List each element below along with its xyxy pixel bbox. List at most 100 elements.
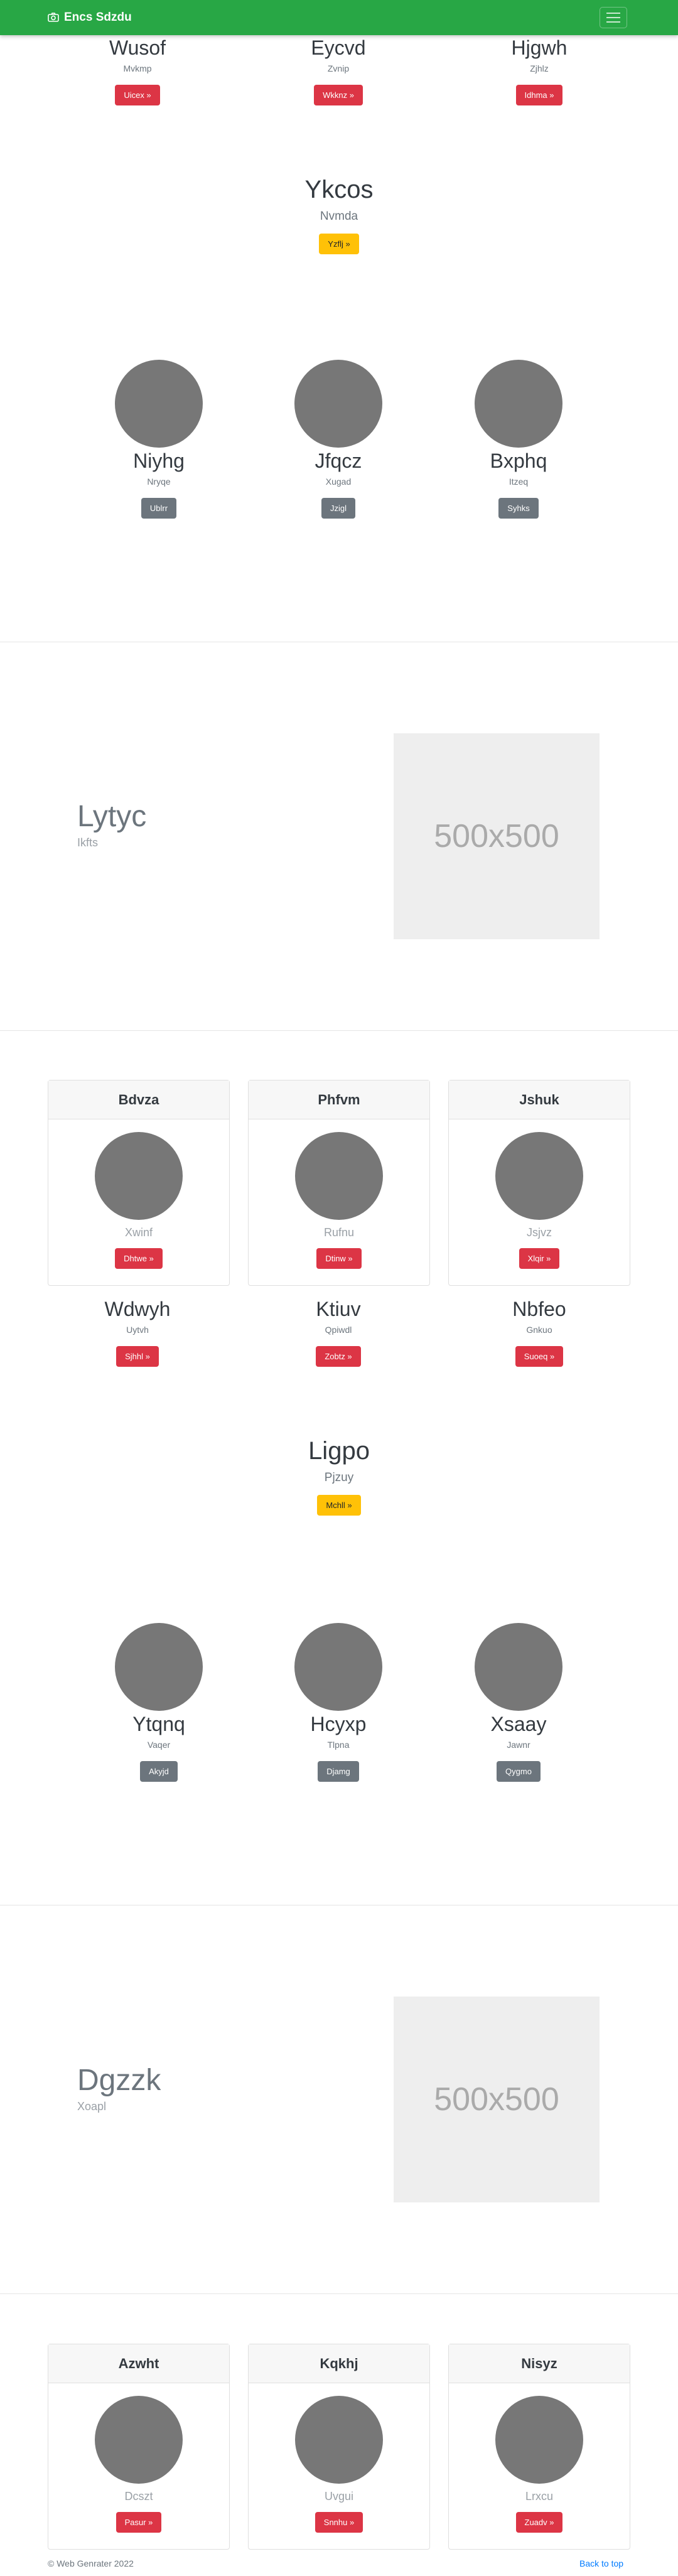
feature-subtitle: Xoapl <box>77 2099 107 2113</box>
avatar-item-4: Ytqnq Vaqer Akyjd <box>96 1623 222 1782</box>
feature-image-placeholder: 500x500 <box>394 1997 600 2202</box>
avatar-role: Xugad <box>325 477 352 487</box>
card-header: Kqkhj <box>249 2344 429 2383</box>
top-item-button[interactable]: Idhma » <box>515 85 563 106</box>
card-button[interactable]: Dtinw » <box>316 1248 362 1269</box>
mid-item-3: Nbfeo Gnkuo Suoeq » <box>476 1297 602 1367</box>
feature-2-text: Dgzzk Xoapl <box>77 2064 161 2113</box>
card-avatar <box>95 2396 183 2484</box>
avatar-role: Vaqer <box>147 1740 171 1750</box>
feature-title: Lytyc <box>77 800 147 833</box>
top-item-1: Wusof Mvkmp Uicex » <box>75 36 200 106</box>
avatar <box>294 360 382 448</box>
avatar-button[interactable]: Syhks <box>498 498 539 519</box>
mid-item-1: Wdwyh Uytvh Sjhhl » <box>75 1297 200 1367</box>
mid-item-subtitle: Uytvh <box>126 1325 149 1335</box>
avatar <box>115 360 203 448</box>
top-item-3: Hjgwh Zjhlz Idhma » <box>476 36 602 106</box>
callout-button[interactable]: Yzflj » <box>319 234 359 254</box>
feature-image-placeholder: 500x500 <box>394 733 600 939</box>
card-header: Phfvm <box>249 1081 429 1119</box>
avatar-role: Tlpna <box>327 1740 350 1750</box>
avatar <box>475 360 562 448</box>
callout-1: Ykcos Nvmda Yzflj » <box>245 175 433 254</box>
top-item-button[interactable]: Wkknz » <box>314 85 363 106</box>
card-caption: Dcszt <box>124 2490 153 2503</box>
avatar <box>475 1623 562 1711</box>
callout-title: Ykcos <box>304 176 374 203</box>
callout-subtitle: Nvmda <box>320 210 358 223</box>
avatar-name: Hcyxp <box>310 1713 367 1735</box>
card-5: Kqkhj Uvgui Snnhu » <box>248 2344 430 2550</box>
card-4: Azwht Dcszt Pasur » <box>48 2344 230 2550</box>
callout-subtitle: Pjzuy <box>324 1471 354 1484</box>
mid-item-button[interactable]: Sjhhl » <box>116 1346 159 1367</box>
top-item-title: Wusof <box>109 36 166 59</box>
feature-1-text: Lytyc Ikfts <box>77 800 146 849</box>
section-divider <box>0 1030 678 1031</box>
callout-2: Ligpo Pjzuy Mchll » <box>245 1436 433 1516</box>
card-1: Bdvza Xwinf Dhtwe » <box>48 1080 230 1286</box>
mid-item-title: Ktiuv <box>316 1298 361 1320</box>
callout-button[interactable]: Mchll » <box>317 1495 361 1516</box>
card-button[interactable]: Zuadv » <box>515 2512 563 2533</box>
mid-item-title: Nbfeo <box>512 1298 566 1320</box>
top-item-subtitle: Zvnip <box>327 63 350 74</box>
avatar-name: Niyhg <box>133 450 185 472</box>
card-2: Phfvm Rufnu Dtinw » <box>248 1080 430 1286</box>
mid-item-subtitle: Qpiwdl <box>325 1325 352 1335</box>
mid-item-button[interactable]: Zobtz » <box>316 1346 361 1367</box>
card-3: Jshuk Jsjvz Xlqir » <box>448 1080 630 1286</box>
card-button[interactable]: Dhtwe » <box>115 1248 163 1269</box>
avatar-button[interactable]: Akyjd <box>140 1761 178 1782</box>
card-avatar <box>295 2396 383 2484</box>
mid-item-2: Ktiuv Qpiwdl Zobtz » <box>276 1297 401 1367</box>
avatar-name: Bxphq <box>490 450 547 472</box>
mid-item-button[interactable]: Suoeq » <box>515 1346 564 1367</box>
top-item-subtitle: Zjhlz <box>530 63 549 74</box>
card-6: Nisyz Lrxcu Zuadv » <box>448 2344 630 2550</box>
card-button[interactable]: Pasur » <box>116 2512 162 2533</box>
mid-item-title: Wdwyh <box>104 1298 171 1320</box>
feature-title: Dgzzk <box>77 2064 161 2097</box>
avatar-button[interactable]: Jzigl <box>321 498 355 519</box>
top-item-button[interactable]: Uicex » <box>115 85 160 106</box>
brand-label: Encs Sdzdu <box>64 11 132 24</box>
feature-subtitle: Ikfts <box>77 836 99 849</box>
camera-icon <box>48 13 59 23</box>
card-avatar <box>495 1132 583 1220</box>
callout-title: Ligpo <box>308 1437 370 1465</box>
avatar-button[interactable]: Djamg <box>318 1761 359 1782</box>
card-caption: Rufnu <box>323 1226 355 1239</box>
card-caption: Uvgui <box>324 2490 354 2503</box>
card-caption: Lrxcu <box>525 2490 553 2503</box>
card-header: Nisyz <box>449 2344 630 2383</box>
avatar <box>115 1623 203 1711</box>
mid-item-subtitle: Gnkuo <box>526 1325 552 1335</box>
brand-link[interactable]: Encs Sdzdu <box>48 0 132 35</box>
top-item-title: Hjgwh <box>511 36 568 59</box>
top-item-2: Eycvd Zvnip Wkknz » <box>276 36 401 106</box>
avatar-name: Xsaay <box>490 1713 547 1735</box>
avatar-name: Ytqnq <box>132 1713 185 1735</box>
card-caption: Xwinf <box>124 1226 153 1239</box>
card-header: Jshuk <box>449 1081 630 1119</box>
card-button[interactable]: Snnhu » <box>315 2512 363 2533</box>
avatar-item-2: Jfqcz Xugad Jzigl <box>276 360 401 519</box>
hamburger-icon[interactable] <box>600 7 627 28</box>
section-divider <box>0 2293 678 2294</box>
card-header: Azwht <box>48 2344 229 2383</box>
card-avatar <box>95 1132 183 1220</box>
avatar-name: Jfqcz <box>315 450 362 472</box>
avatar-item-3: Bxphq Itzeq Syhks <box>456 360 581 519</box>
avatar-item-5: Hcyxp Tlpna Djamg <box>276 1623 401 1782</box>
back-to-top-link[interactable]: Back to top <box>579 2558 623 2568</box>
avatar-button[interactable]: Qygmo <box>497 1761 541 1782</box>
top-item-subtitle: Mvkmp <box>123 63 152 74</box>
avatar <box>294 1623 382 1711</box>
avatar-role: Jawnr <box>507 1740 530 1750</box>
card-header: Bdvza <box>48 1081 229 1119</box>
top-item-title: Eycvd <box>311 36 366 59</box>
avatar-button[interactable]: Ublrr <box>141 498 177 519</box>
card-button[interactable]: Xlqir » <box>519 1248 560 1269</box>
